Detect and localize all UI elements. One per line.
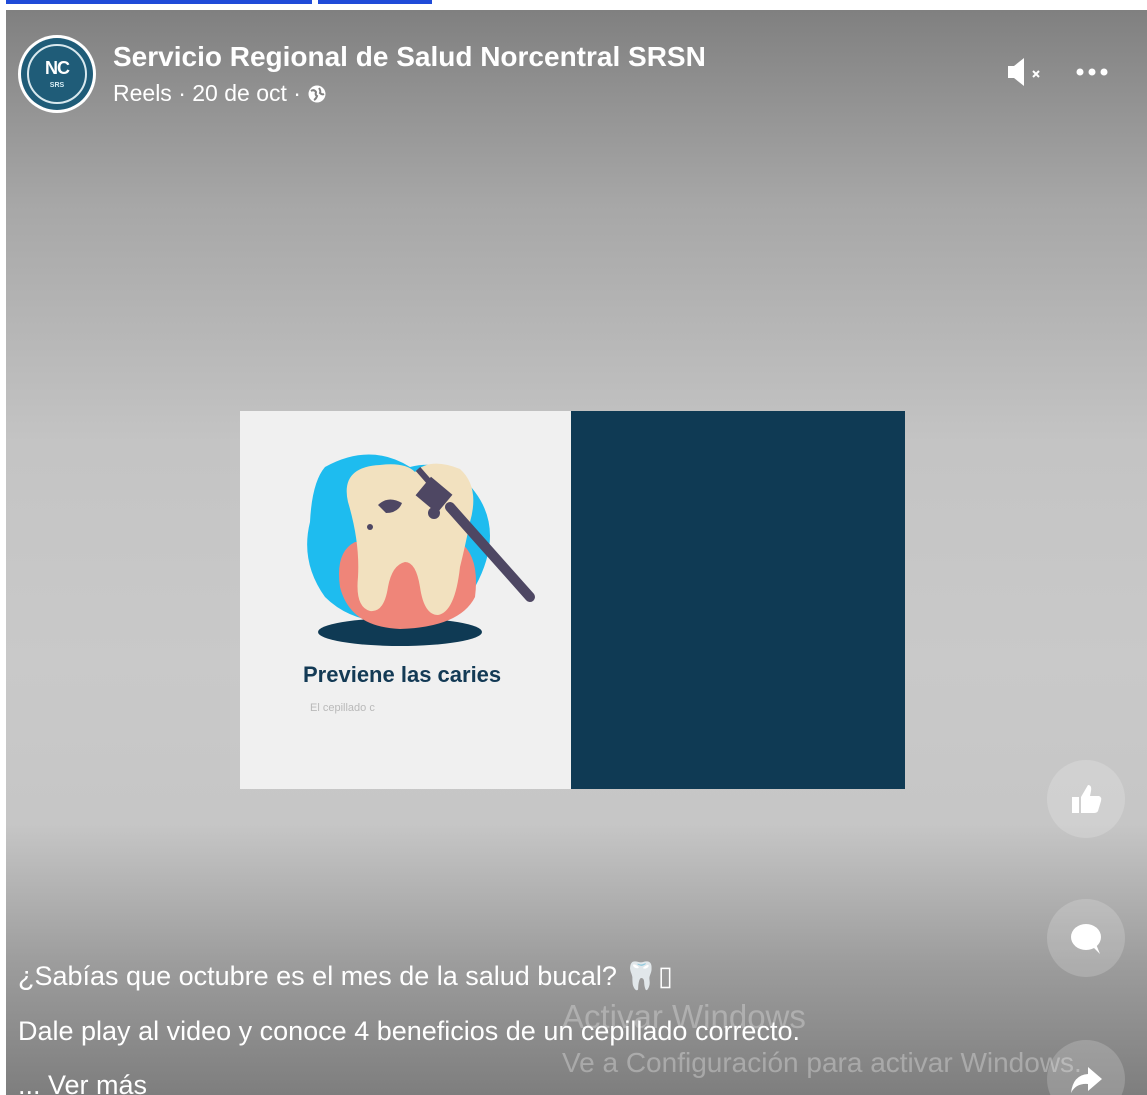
- avatar-initials: NC: [45, 58, 70, 78]
- caption-line-1: ¿Sabías que octubre es el mes de la salu…: [18, 961, 673, 991]
- like-button[interactable]: [1047, 760, 1125, 838]
- mute-button[interactable]: [1004, 54, 1044, 90]
- more-options-button[interactable]: [1072, 54, 1112, 90]
- post-meta-text[interactable]: Reels · 20 de oct ·: [113, 80, 301, 107]
- volume-muted-icon: [1008, 58, 1040, 86]
- slide-subtitle: El cepillado c: [310, 702, 375, 714]
- post-meta: Reels · 20 de oct ·: [113, 80, 327, 107]
- see-more-link[interactable]: ... Ver más: [18, 1070, 147, 1095]
- top-links-bar: [0, 0, 1147, 4]
- comment-icon: [1071, 924, 1101, 954]
- more-options-icon: [1076, 68, 1108, 76]
- page-name-link[interactable]: Servicio Regional de Salud Norcentral SR…: [113, 41, 706, 73]
- windows-watermark-subtitle: Ve a Configuración para activar Windows.: [562, 1047, 1082, 1078]
- like-icon: [1072, 785, 1102, 813]
- avatar-logo: NC SRS: [21, 38, 93, 110]
- tooth-illustration: [307, 454, 535, 646]
- windows-watermark-title: Activar Windows: [562, 998, 806, 1035]
- top-link-2[interactable]: [318, 0, 432, 4]
- slide-left-panel: Previene las caries El cepillado c: [240, 411, 571, 789]
- slide-title: Previene las caries: [303, 662, 502, 687]
- comment-button[interactable]: [1047, 899, 1125, 977]
- globe-icon: [308, 85, 326, 102]
- reel-header: NC SRS Servicio Regional de Salud Norcen…: [6, 10, 1147, 120]
- top-link-1[interactable]: [6, 0, 312, 4]
- avatar[interactable]: NC SRS: [18, 35, 96, 113]
- video-frame[interactable]: Previene las caries El cepillado c: [240, 411, 905, 789]
- reel-player[interactable]: NC SRS Servicio Regional de Salud Norcen…: [6, 10, 1147, 1095]
- avatar-sub: SRS: [49, 82, 65, 89]
